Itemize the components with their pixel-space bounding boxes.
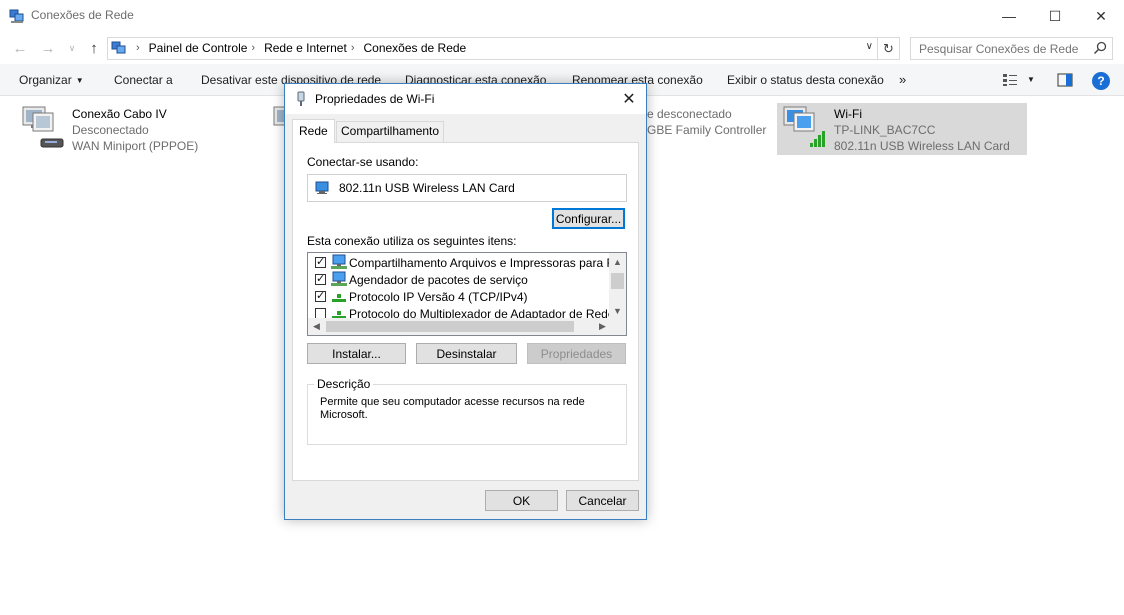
minimize-button[interactable]: — xyxy=(986,0,1032,32)
description-label: Descrição xyxy=(314,377,374,391)
connection-status: TP-LINK_BAC7CC xyxy=(834,123,936,137)
adapter-field: 802.11n USB Wireless LAN Card xyxy=(307,174,627,202)
protocol-icon xyxy=(332,294,346,302)
network-adapter-icon xyxy=(297,91,305,106)
forward-button[interactable]: → xyxy=(38,38,58,58)
scroll-thumb[interactable] xyxy=(326,321,574,332)
tab-network[interactable]: Rede xyxy=(292,119,335,143)
connection-text: Wi-Fi TP-LINK_BAC7CC 802.11n USB Wireles… xyxy=(834,106,1010,154)
preview-pane-icon[interactable] xyxy=(1057,73,1073,87)
dialup-connection-icon xyxy=(22,106,64,148)
description-text: Permite que seu computador acesse recurs… xyxy=(320,396,585,421)
connection-device: GBE Family Controller xyxy=(647,123,767,137)
uninstall-button[interactable]: Desinstalar xyxy=(416,343,517,364)
breadcrumb: › Painel de Controle › Rede e Internet ›… xyxy=(132,41,466,55)
breadcrumb-network-connections[interactable]: Conexões de Rede xyxy=(363,41,466,55)
tab-sharing[interactable]: Compartilhamento xyxy=(336,121,445,142)
address-bar[interactable]: › Painel de Controle › Rede e Internet ›… xyxy=(107,37,900,60)
recent-locations-button[interactable]: ∨ xyxy=(62,38,82,58)
breadcrumb-separator: › xyxy=(136,42,140,54)
list-item[interactable]: Compartilhamento Arquivos e Impressoras … xyxy=(308,254,611,271)
more-commands-button[interactable]: » xyxy=(899,72,906,87)
component-label: Compartilhamento Arquivos e Impressoras … xyxy=(349,256,611,270)
list-item[interactable]: Protocolo IP Versão 4 (TCP/IPv4) xyxy=(308,288,611,305)
components-rows: Compartilhamento Arquivos e Impressoras … xyxy=(308,253,611,319)
change-view-icon[interactable] xyxy=(1002,73,1018,87)
connection-item-wifi[interactable]: Wi-Fi TP-LINK_BAC7CC 802.11n USB Wireles… xyxy=(777,103,1027,155)
wifi-properties-dialog: Propriedades de Wi-Fi ✕ Rede Compartilha… xyxy=(284,83,647,520)
refresh-button[interactable]: ↻ xyxy=(877,38,899,59)
tab-panel: Conectar-se usando: 802.11n USB Wireless… xyxy=(292,142,639,481)
scrollbar-corner xyxy=(609,318,626,335)
connection-device: 802.11n USB Wireless LAN Card xyxy=(834,139,1010,153)
description-group: Descrição Permite que seu computador ace… xyxy=(307,377,627,445)
component-checkbox[interactable] xyxy=(315,255,326,268)
scroll-up-icon[interactable]: ▲ xyxy=(609,253,626,270)
connection-device: WAN Miniport (PPPOE) xyxy=(72,139,199,153)
network-service-icon xyxy=(331,254,347,269)
breadcrumb-separator: › xyxy=(350,42,355,54)
control-panel-icon xyxy=(111,41,126,54)
component-checkbox[interactable] xyxy=(315,289,326,302)
connection-item-cabo[interactable]: Conexão Cabo IV Desconectado WAN Minipor… xyxy=(19,103,239,155)
horizontal-scrollbar[interactable]: ◀ ▶ xyxy=(308,318,611,335)
list-item[interactable]: Agendador de pacotes de serviço xyxy=(308,271,611,288)
cancel-button[interactable]: Cancelar xyxy=(566,490,639,511)
list-item[interactable]: Protocolo do Multiplexador de Adaptador … xyxy=(308,305,611,319)
connect-using-label: Conectar-se usando: xyxy=(307,155,419,169)
items-label: Esta conexão utiliza os seguintes itens: xyxy=(307,234,517,248)
up-button[interactable]: ↑ xyxy=(84,38,104,58)
connection-name: Conexão Cabo IV xyxy=(72,107,167,121)
component-label: Agendador de pacotes de serviço xyxy=(349,273,528,287)
wifi-connection-icon xyxy=(783,106,825,147)
caret-down-icon: ▼ xyxy=(75,76,84,85)
scroll-down-icon[interactable]: ▼ xyxy=(609,302,626,319)
properties-button[interactable]: Propriedades xyxy=(527,343,626,364)
dialog-close-button[interactable]: ✕ xyxy=(618,88,640,110)
scroll-left-icon[interactable]: ◀ xyxy=(308,318,325,335)
search-input[interactable] xyxy=(911,38,1091,59)
connection-status: Desconectado xyxy=(72,123,149,137)
close-icon: ✕ xyxy=(622,91,636,108)
view-status-button[interactable]: Exibir o status desta conexão xyxy=(727,73,884,87)
refresh-icon: ↻ xyxy=(883,40,894,56)
component-label: Protocolo IP Versão 4 (TCP/IPv4) xyxy=(349,290,528,304)
connect-to-button[interactable]: Conectar a xyxy=(114,73,173,87)
dialog-title: Propriedades de Wi-Fi xyxy=(315,92,435,106)
scroll-thumb[interactable] xyxy=(611,273,624,289)
organize-label: Organizar xyxy=(19,73,72,87)
adapter-name: 802.11n USB Wireless LAN Card xyxy=(339,181,515,195)
network-service-icon xyxy=(331,271,347,286)
ok-button[interactable]: OK xyxy=(485,490,558,511)
component-checkbox[interactable] xyxy=(315,272,326,285)
back-button[interactable]: ← xyxy=(10,38,30,58)
chevron-down-icon[interactable]: ∨ xyxy=(866,41,873,52)
close-button[interactable]: ✕ xyxy=(1078,0,1124,32)
search-icon[interactable] xyxy=(1093,41,1107,55)
install-button[interactable]: Instalar... xyxy=(307,343,406,364)
protocol-icon xyxy=(332,311,346,319)
breadcrumb-separator: › xyxy=(251,42,256,54)
breadcrumb-control-panel[interactable]: Painel de Controle xyxy=(149,41,248,55)
connection-name: Wi-Fi xyxy=(834,107,862,121)
configure-button[interactable]: Configurar... xyxy=(552,208,625,229)
help-icon[interactable]: ? xyxy=(1092,72,1110,90)
maximize-button[interactable]: ☐ xyxy=(1032,0,1078,32)
window-title: Conexões de Rede xyxy=(31,8,134,22)
dialog-titlebar: Propriedades de Wi-Fi ✕ xyxy=(285,84,646,114)
view-options-caret-icon[interactable]: ▼ xyxy=(1027,75,1035,84)
network-connections-icon xyxy=(9,9,24,23)
search-box[interactable] xyxy=(910,37,1113,60)
address-row: ← → ∨ ↑ › Painel de Controle › Rede e In… xyxy=(0,32,1124,64)
vertical-scrollbar[interactable]: ▲ ▼ xyxy=(609,253,626,319)
window-titlebar: Conexões de Rede — ☐ ✕ xyxy=(0,0,1124,32)
breadcrumb-network-internet[interactable]: Rede e Internet xyxy=(264,41,347,55)
connection-text: Conexão Cabo IV Desconectado WAN Minipor… xyxy=(72,106,198,154)
components-list[interactable]: Compartilhamento Arquivos e Impressoras … xyxy=(307,252,627,336)
network-adapter-icon xyxy=(315,181,329,194)
connection-text: e desconectado GBE Family Controller xyxy=(647,106,766,138)
organize-menu[interactable]: Organizar ▼ xyxy=(19,73,84,87)
connection-status: e desconectado xyxy=(647,107,732,121)
